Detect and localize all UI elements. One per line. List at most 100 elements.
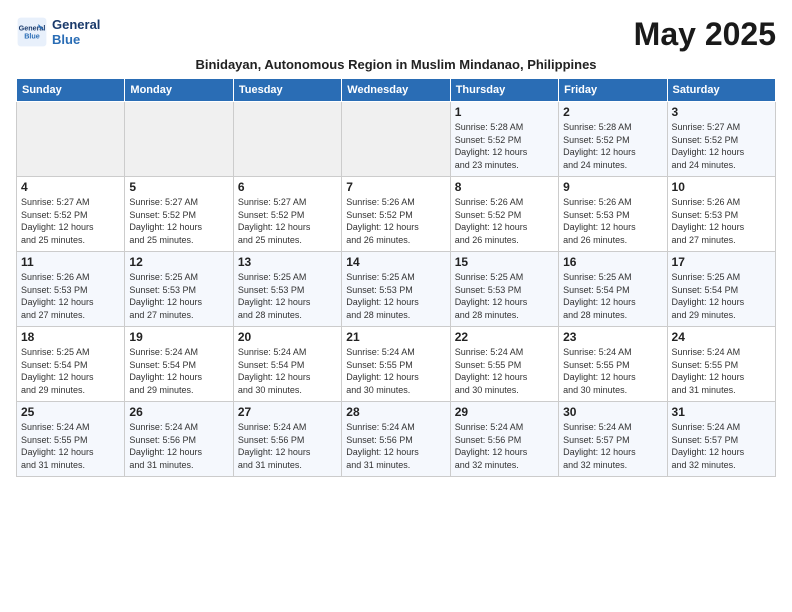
day-info: Sunrise: 5:27 AM Sunset: 5:52 PM Dayligh…: [238, 196, 337, 246]
day-number: 30: [563, 405, 662, 419]
calendar-cell: 26Sunrise: 5:24 AM Sunset: 5:56 PM Dayli…: [125, 402, 233, 477]
calendar-cell: [125, 102, 233, 177]
day-number: 25: [21, 405, 120, 419]
calendar-cell: 31 Sunrise: 5:24 AM Sunset: 5:57 PM Dayli…: [667, 402, 775, 477]
day-info: Sunrise: 5:25 AM Sunset: 5:53 PM Dayligh…: [346, 271, 445, 321]
day-number: 2: [563, 105, 662, 119]
day-info: Sunrise: 5:24 AM Sunset: 5:55 PM Dayligh…: [455, 346, 554, 396]
day-number: 22: [455, 330, 554, 344]
day-number: 17: [672, 255, 771, 269]
day-header-thursday: Thursday: [450, 79, 558, 102]
logo-text: General Blue: [52, 17, 100, 47]
day-number: 23: [563, 330, 662, 344]
calendar-cell: 9 Sunrise: 5:26 AM Sunset: 5:53 PM Daylig…: [559, 177, 667, 252]
day-number: 16: [563, 255, 662, 269]
calendar-cell: 14 Sunrise: 5:25 AM Sunset: 5:53 PM Dayli…: [342, 252, 450, 327]
page-header: General Blue General Blue May 2025: [16, 16, 776, 53]
day-info: Sunrise: 5:24 AM Sunset: 5:54 PM Dayligh…: [129, 346, 228, 396]
day-header-monday: Monday: [125, 79, 233, 102]
day-info: Sunrise: 5:26 AM Sunset: 5:52 PM Dayligh…: [346, 196, 445, 246]
calendar-cell: 23 Sunrise: 5:24 AM Sunset: 5:55 PM Dayli…: [559, 327, 667, 402]
day-info: Sunrise: 5:25 AM Sunset: 5:54 PM Dayligh…: [563, 271, 662, 321]
logo: General Blue General Blue: [16, 16, 100, 48]
day-number: 31: [672, 405, 771, 419]
calendar-table: SundayMondayTuesdayWednesdayThursdayFrid…: [16, 78, 776, 477]
calendar-cell: 24 Sunrise: 5:24 AM Sunset: 5:55 PM Dayli…: [667, 327, 775, 402]
day-number: 15: [455, 255, 554, 269]
day-info: Sunrise: 5:28 AM Sunset: 5:52 PM Dayligh…: [563, 121, 662, 171]
day-info: Sunrise: 5:25 AM Sunset: 5:53 PM Dayligh…: [238, 271, 337, 321]
calendar-week-row: 18 Sunrise: 5:25 AM Sunset: 5:54 PM Dayli…: [17, 327, 776, 402]
day-number: 18: [21, 330, 120, 344]
month-title: May 2025: [634, 16, 776, 53]
day-number: 24: [672, 330, 771, 344]
day-info: Sunrise: 5:27 AM Sunset: 5:52 PM Dayligh…: [129, 196, 228, 246]
calendar-week-row: 11 Sunrise: 5:26 AM Sunset: 5:53 PM Dayli…: [17, 252, 776, 327]
calendar-cell: 17 Sunrise: 5:25 AM Sunset: 5:54 PM Dayli…: [667, 252, 775, 327]
day-number: 13: [238, 255, 337, 269]
day-number: 29: [455, 405, 554, 419]
day-number: 19: [129, 330, 228, 344]
day-info: Sunrise: 5:24 AM Sunset: 5:55 PM Dayligh…: [563, 346, 662, 396]
calendar-cell: 21Sunrise: 5:24 AM Sunset: 5:55 PM Dayli…: [342, 327, 450, 402]
day-number: 1: [455, 105, 554, 119]
calendar-cell: 25 Sunrise: 5:24 AM Sunset: 5:55 PM Dayli…: [17, 402, 125, 477]
calendar-cell: 10Sunrise: 5:26 AM Sunset: 5:53 PM Dayli…: [667, 177, 775, 252]
calendar-cell: 2 Sunrise: 5:28 AM Sunset: 5:52 PM Daylig…: [559, 102, 667, 177]
calendar-week-row: 1 Sunrise: 5:28 AM Sunset: 5:52 PM Daylig…: [17, 102, 776, 177]
calendar-cell: 4 Sunrise: 5:27 AM Sunset: 5:52 PM Daylig…: [17, 177, 125, 252]
day-number: 20: [238, 330, 337, 344]
day-header-wednesday: Wednesday: [342, 79, 450, 102]
calendar-cell: 11 Sunrise: 5:26 AM Sunset: 5:53 PM Dayli…: [17, 252, 125, 327]
day-info: Sunrise: 5:24 AM Sunset: 5:56 PM Dayligh…: [129, 421, 228, 471]
day-header-tuesday: Tuesday: [233, 79, 341, 102]
day-number: 3: [672, 105, 771, 119]
day-info: Sunrise: 5:24 AM Sunset: 5:55 PM Dayligh…: [346, 346, 445, 396]
day-info: Sunrise: 5:26 AM Sunset: 5:53 PM Dayligh…: [563, 196, 662, 246]
svg-text:Blue: Blue: [24, 31, 40, 40]
day-header-friday: Friday: [559, 79, 667, 102]
calendar-cell: 7Sunrise: 5:26 AM Sunset: 5:52 PM Daylig…: [342, 177, 450, 252]
calendar-cell: 12Sunrise: 5:25 AM Sunset: 5:53 PM Dayli…: [125, 252, 233, 327]
day-info: Sunrise: 5:28 AM Sunset: 5:52 PM Dayligh…: [455, 121, 554, 171]
calendar-cell: 19 Sunrise: 5:24 AM Sunset: 5:54 PM Dayli…: [125, 327, 233, 402]
day-number: 9: [563, 180, 662, 194]
calendar-cell: 15Sunrise: 5:25 AM Sunset: 5:53 PM Dayli…: [450, 252, 558, 327]
calendar-cell: 3Sunrise: 5:27 AM Sunset: 5:52 PM Daylig…: [667, 102, 775, 177]
day-info: Sunrise: 5:27 AM Sunset: 5:52 PM Dayligh…: [21, 196, 120, 246]
calendar-subtitle: Binidayan, Autonomous Region in Muslim M…: [16, 57, 776, 72]
day-number: 11: [21, 255, 120, 269]
day-number: 12: [129, 255, 228, 269]
calendar-cell: 6Sunrise: 5:27 AM Sunset: 5:52 PM Daylig…: [233, 177, 341, 252]
calendar-cell: [342, 102, 450, 177]
calendar-cell: 18 Sunrise: 5:25 AM Sunset: 5:54 PM Dayli…: [17, 327, 125, 402]
calendar-cell: [17, 102, 125, 177]
calendar-cell: 20Sunrise: 5:24 AM Sunset: 5:54 PM Dayli…: [233, 327, 341, 402]
day-number: 14: [346, 255, 445, 269]
calendar-cell: 27 Sunrise: 5:24 AM Sunset: 5:56 PM Dayli…: [233, 402, 341, 477]
calendar-cell: 16 Sunrise: 5:25 AM Sunset: 5:54 PM Dayli…: [559, 252, 667, 327]
day-info: Sunrise: 5:24 AM Sunset: 5:56 PM Dayligh…: [455, 421, 554, 471]
days-header-row: SundayMondayTuesdayWednesdayThursdayFrid…: [17, 79, 776, 102]
calendar-cell: 28Sunrise: 5:24 AM Sunset: 5:56 PM Dayli…: [342, 402, 450, 477]
day-info: Sunrise: 5:24 AM Sunset: 5:56 PM Dayligh…: [238, 421, 337, 471]
calendar-cell: 30 Sunrise: 5:24 AM Sunset: 5:57 PM Dayli…: [559, 402, 667, 477]
day-number: 4: [21, 180, 120, 194]
calendar-week-row: 4 Sunrise: 5:27 AM Sunset: 5:52 PM Daylig…: [17, 177, 776, 252]
calendar-cell: 1 Sunrise: 5:28 AM Sunset: 5:52 PM Daylig…: [450, 102, 558, 177]
day-info: Sunrise: 5:24 AM Sunset: 5:56 PM Dayligh…: [346, 421, 445, 471]
day-info: Sunrise: 5:26 AM Sunset: 5:53 PM Dayligh…: [21, 271, 120, 321]
day-info: Sunrise: 5:24 AM Sunset: 5:55 PM Dayligh…: [672, 346, 771, 396]
day-info: Sunrise: 5:24 AM Sunset: 5:57 PM Dayligh…: [672, 421, 771, 471]
day-info: Sunrise: 5:24 AM Sunset: 5:57 PM Dayligh…: [563, 421, 662, 471]
day-number: 8: [455, 180, 554, 194]
day-header-saturday: Saturday: [667, 79, 775, 102]
day-info: Sunrise: 5:25 AM Sunset: 5:54 PM Dayligh…: [672, 271, 771, 321]
day-info: Sunrise: 5:25 AM Sunset: 5:54 PM Dayligh…: [21, 346, 120, 396]
day-info: Sunrise: 5:24 AM Sunset: 5:55 PM Dayligh…: [21, 421, 120, 471]
day-number: 27: [238, 405, 337, 419]
calendar-cell: 8 Sunrise: 5:26 AM Sunset: 5:52 PM Daylig…: [450, 177, 558, 252]
day-info: Sunrise: 5:26 AM Sunset: 5:52 PM Dayligh…: [455, 196, 554, 246]
calendar-week-row: 25 Sunrise: 5:24 AM Sunset: 5:55 PM Dayli…: [17, 402, 776, 477]
logo-icon: General Blue: [16, 16, 48, 48]
